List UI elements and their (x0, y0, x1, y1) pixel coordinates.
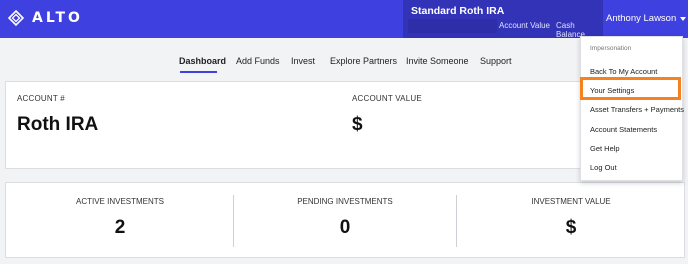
nav-dashboard[interactable]: Dashboard (179, 56, 226, 66)
account-value-amount: $ (352, 114, 363, 135)
dropdown-header: Impersonation (590, 45, 632, 52)
menu-item-asset-transfers[interactable]: Asset Transfers + Payments (590, 105, 684, 114)
nav-support[interactable]: Support (480, 56, 512, 66)
brand-name: ALTO (32, 10, 83, 26)
account-strip (408, 19, 497, 33)
chevron-down-icon (680, 16, 687, 21)
user-menu-toggle[interactable]: Anthony Lawson (606, 13, 687, 24)
stat-active-investments: ACTIVE INVESTMENTS 2 (6, 183, 234, 259)
menu-item-get-help[interactable]: Get Help (590, 144, 620, 153)
stat-label: PENDING INVESTMENTS (297, 197, 393, 206)
user-name: Anthony Lawson (606, 13, 677, 24)
account-number-label: ACCOUNT # (17, 94, 65, 103)
account-number-value: Roth IRA (17, 114, 99, 135)
stat-label: ACTIVE INVESTMENTS (75, 197, 164, 206)
user-dropdown-menu: Impersonation Back To My Account Your Se… (580, 36, 684, 181)
account-selector[interactable]: Standard Roth IRA Account Value Cash Bal… (403, 0, 603, 39)
stat-value: 2 (114, 217, 126, 238)
account-title: Standard Roth IRA (411, 5, 505, 17)
menu-item-back-to-my-account[interactable]: Back To My Account (590, 67, 657, 76)
active-tab-indicator (180, 71, 217, 73)
alto-logo-icon (8, 10, 24, 26)
account-card: ACCOUNT # Roth IRA ACCOUNT VALUE $ (5, 81, 595, 169)
menu-item-log-out[interactable]: Log Out (590, 163, 617, 172)
menu-item-account-statements[interactable]: Account Statements (590, 125, 657, 134)
nav-add-funds[interactable]: Add Funds (236, 56, 280, 66)
nav-invite-someone[interactable]: Invite Someone (406, 56, 469, 66)
top-bar: ALTO Standard Roth IRA Account Value Cas… (0, 0, 688, 39)
brand-logo[interactable]: ALTO (8, 10, 83, 26)
stat-value: $ (565, 217, 577, 238)
nav-invest[interactable]: Invest (291, 56, 315, 66)
stat-label: INVESTMENT VALUE (531, 197, 611, 206)
account-value-label: ACCOUNT VALUE (352, 94, 422, 103)
stat-investment-value: INVESTMENT VALUE $ (457, 183, 685, 259)
highlight-box (580, 77, 681, 100)
stat-value: 0 (339, 217, 351, 238)
stats-card: ACTIVE INVESTMENTS 2 PENDING INVESTMENTS… (5, 182, 685, 258)
nav-explore-partners[interactable]: Explore Partners (330, 56, 397, 66)
stat-pending-investments: PENDING INVESTMENTS 0 (234, 183, 456, 259)
account-value-label: Account Value (499, 21, 550, 30)
